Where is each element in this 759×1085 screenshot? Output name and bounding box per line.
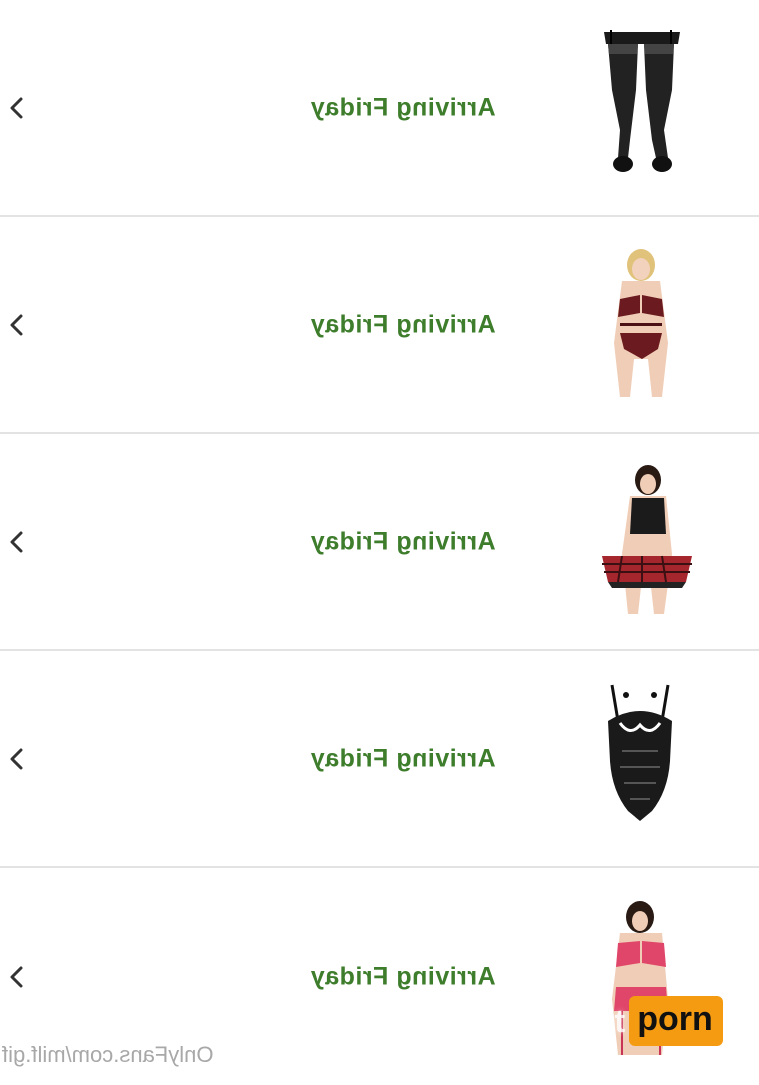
- chevron-left-icon[interactable]: [4, 95, 30, 121]
- delivery-status: Arriving Friday: [310, 962, 496, 990]
- watermark-url: OnlyFans.com/milf.gif: [2, 1042, 214, 1067]
- badge-prefix: ot: [595, 1002, 626, 1039]
- order-row[interactable]: Arriving Friday: [0, 0, 759, 217]
- watermark-badge: ot porn: [595, 996, 723, 1046]
- product-thumbnail[interactable]: [582, 29, 700, 186]
- chevron-left-icon[interactable]: [4, 529, 30, 555]
- lace-teddy-product-photo: [582, 680, 700, 837]
- stockings-product-photo: [582, 29, 700, 186]
- product-thumbnail[interactable]: [582, 463, 700, 620]
- delivery-status: Arriving Friday: [310, 310, 496, 338]
- delivery-status: Arriving Friday: [310, 527, 496, 555]
- product-thumbnail[interactable]: [582, 246, 700, 403]
- chevron-left-icon[interactable]: [4, 964, 30, 990]
- delivery-status: Arriving Friday: [310, 93, 496, 121]
- order-list: Arriving Friday Arriving Friday Arriving…: [0, 0, 759, 1085]
- order-row[interactable]: Arriving Friday: [0, 434, 759, 651]
- product-thumbnail[interactable]: [582, 680, 700, 837]
- delivery-status: Arriving Friday: [310, 744, 496, 772]
- lace-lingerie-set-product-photo: [582, 246, 700, 403]
- badge-label: porn: [629, 996, 723, 1046]
- order-row[interactable]: Arriving Friday: [0, 217, 759, 434]
- order-row[interactable]: Arriving Friday: [0, 651, 759, 868]
- chevron-left-icon[interactable]: [4, 312, 30, 338]
- plaid-skirt-lingerie-product-photo: [582, 463, 700, 620]
- chevron-left-icon[interactable]: [4, 746, 30, 772]
